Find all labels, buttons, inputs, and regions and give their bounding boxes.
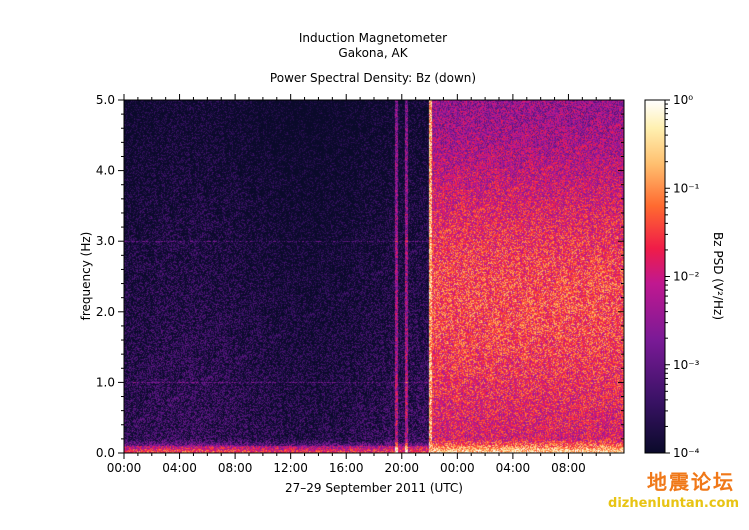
y-tick-label: 1.0 [96, 375, 115, 389]
x-tick-label: 04:00 [496, 461, 531, 475]
colorbar-tick-label: 10⁻⁴ [673, 446, 700, 460]
watermark-logo-text: 地震论坛 [647, 470, 735, 494]
x-tick-label: 00:00 [107, 461, 142, 475]
colorbar-label: Bz PSD (V²/Hz) [711, 232, 725, 320]
y-tick-label: 0.0 [96, 446, 115, 460]
y-tick-label: 3.0 [96, 234, 115, 248]
spectrogram-heatmap [124, 100, 624, 453]
spectrogram-figure: Induction Magnetometer Gakona, AK Power … [79, 31, 725, 495]
watermark-url: dizhenluntan.com [608, 496, 739, 511]
x-tick-label: 04:00 [162, 461, 197, 475]
colorbar-tick-label: 10⁻² [673, 270, 700, 284]
x-tick-label: 00:00 [440, 461, 475, 475]
colorbar-tick-label: 10⁰ [673, 93, 693, 107]
x-tick-label: 12:00 [273, 461, 308, 475]
plot-title: Power Spectral Density: Bz (down) [270, 71, 476, 85]
colorbar-tick-label: 10⁻¹ [673, 181, 700, 195]
x-tick-label: 20:00 [384, 461, 419, 475]
x-tick-label: 08:00 [551, 461, 586, 475]
y-tick-label: 4.0 [96, 164, 115, 178]
colorbar [644, 99, 666, 454]
chart-subtitle: Gakona, AK [338, 46, 408, 60]
y-axis-label: frequency (Hz) [79, 232, 93, 321]
chart-title: Induction Magnetometer [299, 31, 447, 45]
y-tick-label: 5.0 [96, 93, 115, 107]
x-tick-label: 08:00 [218, 461, 253, 475]
spectrogram-plot-area [124, 100, 624, 453]
colorbar-tick-label: 10⁻³ [673, 358, 700, 372]
colorbar-axis: 10⁻⁴ 10⁻³ 10⁻² 10⁻¹ 10⁰ [665, 93, 700, 460]
x-tick-label: 16:00 [329, 461, 364, 475]
y-tick-label: 2.0 [96, 305, 115, 319]
x-axis-label: 27–29 September 2011 (UTC) [285, 481, 463, 495]
